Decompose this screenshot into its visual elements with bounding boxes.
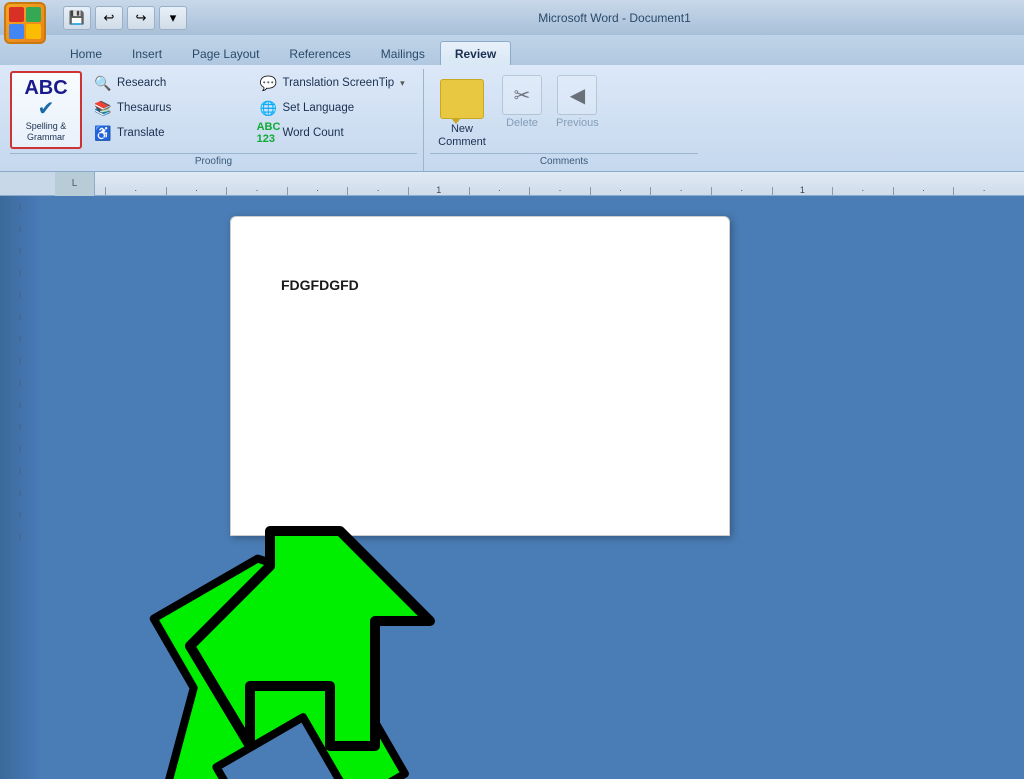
- word-count-icon: ABC123: [259, 124, 279, 142]
- v-ruler-mark: |: [19, 446, 21, 464]
- ruler-tick: 1: [772, 187, 833, 195]
- document-area: | | | | | | | | | | | | | | | | FDGFDGFD: [0, 196, 1024, 779]
- ruler-tick: ·: [287, 187, 348, 195]
- check-icon: ✔: [38, 99, 55, 119]
- tab-review[interactable]: Review: [440, 41, 511, 65]
- tab-references[interactable]: References: [274, 41, 365, 65]
- document-content[interactable]: FDGFDGFD: [281, 277, 679, 293]
- tab-mailings[interactable]: Mailings: [366, 41, 440, 65]
- ruler-tick: ·: [469, 187, 530, 195]
- ruler-bar: L · · · · · 1 · · · · · 1 · · ·: [0, 172, 1024, 196]
- ruler-corner[interactable]: L: [55, 172, 95, 196]
- ruler-tick: ·: [347, 187, 408, 195]
- delete-label: Delete: [506, 117, 538, 129]
- ruler-tick: ·: [832, 187, 893, 195]
- ruler-tick: ·: [529, 187, 590, 195]
- title-bar-controls: 💾 ↩ ↪ ▾: [63, 6, 187, 30]
- v-ruler-mark: |: [19, 226, 21, 244]
- ruler-tick: 1: [408, 187, 469, 195]
- document-page[interactable]: FDGFDGFD: [230, 216, 730, 536]
- new-comment-button[interactable]: New Comment: [430, 71, 494, 153]
- comments-group: New Comment ✂ Delete ◀ Previous Comments: [424, 69, 704, 171]
- comments-label: Comments: [430, 153, 698, 169]
- dropdown-arrow-icon: ▾: [400, 78, 405, 89]
- delete-icon: ✂: [502, 75, 542, 115]
- new-comment-icon: [440, 79, 484, 119]
- ruler-tick: ·: [226, 187, 287, 195]
- abc-text: ABC: [24, 77, 67, 99]
- new-comment-label: New Comment: [438, 123, 486, 149]
- v-ruler-mark: |: [19, 468, 21, 486]
- research-button[interactable]: 🔍 Research: [88, 71, 252, 95]
- ruler-ticks: · · · · · 1 · · · · · 1 · · ·: [95, 172, 1024, 195]
- save-button[interactable]: 💾: [63, 6, 91, 30]
- proofing-items: ABC ✔ Spelling & Grammar 🔍 Research 📚: [10, 71, 417, 153]
- translate-icon: ♿: [93, 124, 113, 142]
- ruler-tick: ·: [711, 187, 772, 195]
- translate-button[interactable]: ♿ Translate: [88, 121, 252, 145]
- new-comment-icon-area: [438, 75, 486, 123]
- v-ruler-mark: |: [19, 336, 21, 354]
- v-ruler-mark: |: [19, 402, 21, 420]
- tab-bar: Home Insert Page Layout References Maili…: [0, 35, 1024, 65]
- ruler-tick: ·: [166, 187, 227, 195]
- v-ruler-mark: |: [19, 270, 21, 288]
- spelling-label: Spelling & Grammar: [26, 121, 67, 143]
- document-canvas[interactable]: FDGFDGFD: [40, 196, 1024, 779]
- spelling-grammar-button[interactable]: ABC ✔ Spelling & Grammar: [10, 71, 82, 149]
- set-language-icon: 🌐: [259, 99, 279, 117]
- ribbon-content: ABC ✔ Spelling & Grammar 🔍 Research 📚: [0, 65, 1024, 171]
- v-ruler-mark: |: [19, 358, 21, 376]
- window-title: Microsoft Word - Document1: [213, 11, 1016, 25]
- set-language-button[interactable]: 🌐 Set Language: [254, 96, 418, 120]
- v-ruler-mark: |: [19, 204, 21, 222]
- ruler-track: · · · · · 1 · · · · · 1 · · ·: [95, 172, 1024, 195]
- ruler-tick: ·: [893, 187, 954, 195]
- customize-button[interactable]: ▾: [159, 6, 187, 30]
- tab-insert[interactable]: Insert: [117, 41, 177, 65]
- comments-items: New Comment ✂ Delete ◀ Previous: [430, 71, 698, 153]
- previous-icon: ◀: [557, 75, 597, 115]
- v-ruler-mark: |: [19, 490, 21, 508]
- delete-comment-button[interactable]: ✂ Delete: [496, 71, 548, 133]
- green-arrow-annotation: [140, 516, 430, 779]
- v-ruler-mark: |: [19, 380, 21, 398]
- translation-screentip-button[interactable]: 💬 Translation ScreenTip ▾: [254, 71, 418, 95]
- previous-label: Previous: [556, 117, 599, 129]
- redo-button[interactable]: ↪: [127, 6, 155, 30]
- office-logo[interactable]: [4, 2, 46, 44]
- ribbon: Home Insert Page Layout References Maili…: [0, 35, 1024, 172]
- word-count-button[interactable]: ABC123 Word Count: [254, 121, 418, 145]
- ruler-tick: ·: [953, 187, 1014, 195]
- ruler-tick: ·: [105, 187, 166, 195]
- ruler-tick: ·: [590, 187, 651, 195]
- translation-screentip-icon: 💬: [259, 74, 279, 92]
- v-ruler-mark: |: [19, 534, 21, 552]
- research-icon: 🔍: [93, 74, 113, 92]
- title-bar: 💾 ↩ ↪ ▾ Microsoft Word - Document1: [0, 0, 1024, 35]
- ruler-tick: ·: [650, 187, 711, 195]
- undo-button[interactable]: ↩: [95, 6, 123, 30]
- v-ruler-mark: |: [19, 424, 21, 442]
- v-ruler-mark: |: [19, 292, 21, 310]
- previous-comment-button[interactable]: ◀ Previous: [550, 71, 605, 133]
- proofing-small-buttons-2: 💬 Translation ScreenTip ▾ 🌐 Set Language…: [254, 71, 418, 145]
- thesaurus-icon: 📚: [93, 99, 113, 117]
- v-ruler-mark: |: [19, 248, 21, 266]
- tab-page-layout[interactable]: Page Layout: [177, 41, 274, 65]
- v-ruler-mark: |: [19, 314, 21, 332]
- tab-home[interactable]: Home: [55, 41, 117, 65]
- v-ruler-mark: |: [19, 512, 21, 530]
- proofing-label: Proofing: [10, 153, 417, 169]
- thesaurus-button[interactable]: 📚 Thesaurus: [88, 96, 252, 120]
- proofing-small-buttons: 🔍 Research 📚 Thesaurus ♿ Translate: [88, 71, 252, 145]
- left-sidebar: | | | | | | | | | | | | | | | |: [0, 196, 40, 779]
- proofing-group: ABC ✔ Spelling & Grammar 🔍 Research 📚: [4, 69, 424, 171]
